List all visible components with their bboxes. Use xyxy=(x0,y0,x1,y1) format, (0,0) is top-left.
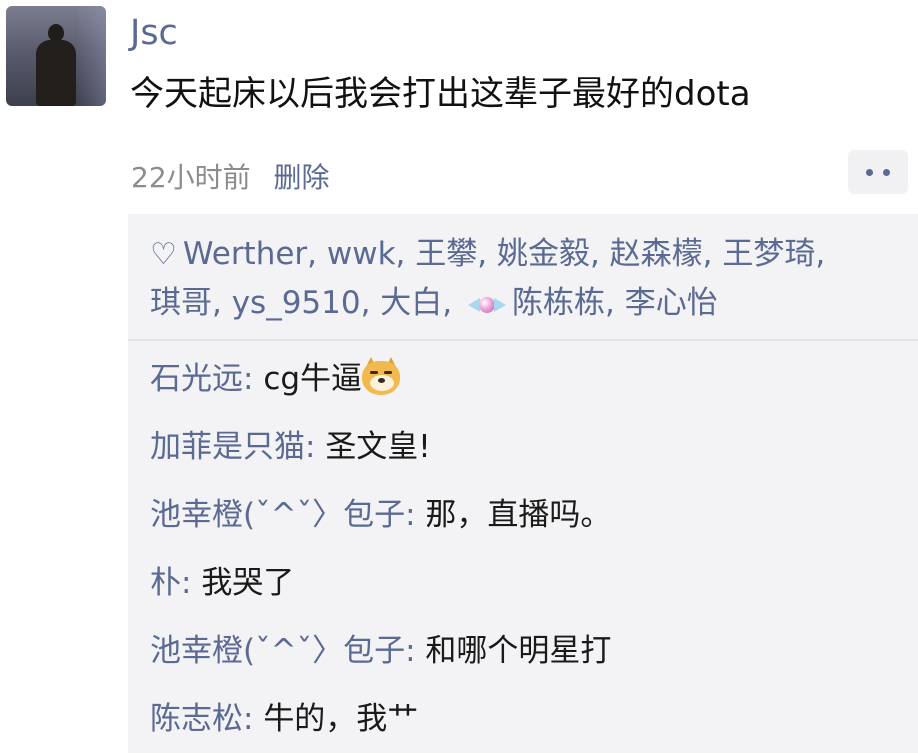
avatar[interactable] xyxy=(6,6,106,106)
comment-author[interactable]: 池幸橙(ˇ^ˇ〉包子 xyxy=(150,633,405,669)
heart-outline-icon: ♡ xyxy=(150,237,177,272)
likes-names-part2[interactable]: 陈栋栋, 李心怡 xyxy=(512,285,718,321)
comment-author[interactable]: 陈志松 xyxy=(150,701,243,737)
comment-separator: : xyxy=(405,633,426,669)
post-time: 22小时前 xyxy=(131,161,251,194)
comment-content: 那，直播吗。 xyxy=(425,497,612,533)
comment-separator: : xyxy=(305,429,326,465)
comment-content: cg牛逼 xyxy=(263,361,363,397)
more-dot-icon xyxy=(866,168,873,176)
more-dot-icon xyxy=(883,168,890,176)
interaction-panel: ♡ Werther, wwk, 王攀, 姚金毅, 赵森檬, 王梦琦, 琪哥, ys… xyxy=(128,214,918,753)
comment-separator: : xyxy=(405,497,426,533)
avatar-person-body xyxy=(36,40,76,106)
comment-author[interactable]: 石光远 xyxy=(150,361,243,397)
post-meta: 22小时前 删除 xyxy=(131,156,330,196)
comment-content: 我哭了 xyxy=(201,565,295,601)
comment-item[interactable]: 石光远: cg牛逼 xyxy=(128,345,918,413)
more-options-button[interactable] xyxy=(848,150,908,194)
comment-item[interactable]: 池幸橙(ˇ^ˇ〉包子: 和哪个明星打 xyxy=(128,617,918,685)
post-text: 今天起床以后我会打出这辈子最好的dota xyxy=(130,74,751,114)
comment-content: 和哪个明星打 xyxy=(425,633,612,669)
candy-icon xyxy=(466,292,508,318)
comment-item[interactable]: 陈志松: 牛的，我艹 xyxy=(128,685,918,753)
likes-list: ♡ Werther, wwk, 王攀, 姚金毅, 赵森檬, 王梦琦, 琪哥, ys… xyxy=(128,214,918,339)
moments-post: Jsc 今天起床以后我会打出这辈子最好的dota 22小时前 删除 ♡ Werth… xyxy=(0,0,918,753)
comment-item[interactable]: 加菲是只猫: 圣文皇! xyxy=(128,413,918,481)
delete-button[interactable]: 删除 xyxy=(274,161,330,194)
username[interactable]: Jsc xyxy=(130,14,178,53)
comment-author[interactable]: 加菲是只猫 xyxy=(150,429,305,465)
comment-content: 圣文皇! xyxy=(325,429,431,465)
comment-separator: : xyxy=(243,361,264,397)
comment-author[interactable]: 池幸橙(ˇ^ˇ〉包子 xyxy=(150,497,405,533)
avatar-light xyxy=(76,6,106,106)
comment-item[interactable]: 池幸橙(ˇ^ˇ〉包子: 那，直播吗。 xyxy=(128,481,918,549)
doge-icon xyxy=(362,357,402,397)
comment-item[interactable]: 朴: 我哭了 xyxy=(128,549,918,617)
comment-content: 牛的，我艹 xyxy=(263,701,419,737)
comment-separator: : xyxy=(243,701,264,737)
comment-separator: : xyxy=(181,565,202,601)
comment-author[interactable]: 朴 xyxy=(150,565,181,601)
comments-list: 石光远: cg牛逼 加菲是只猫: 圣文皇! 池幸橙(ˇ^ˇ〉包子: 那，直播吗。… xyxy=(128,341,918,753)
